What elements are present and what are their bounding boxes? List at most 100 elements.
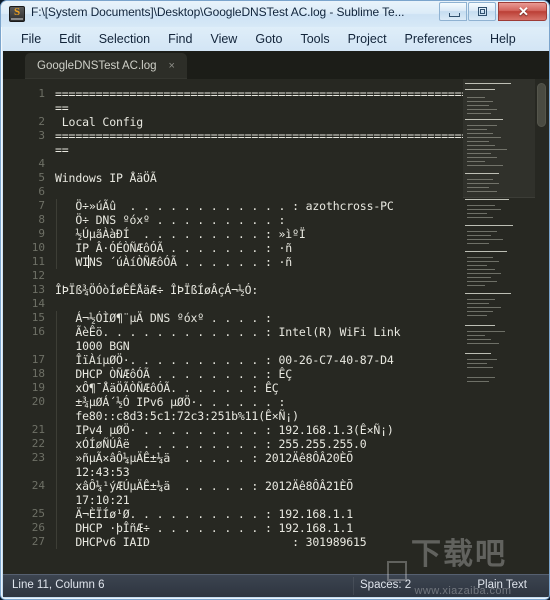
- code-line[interactable]: Ä¬ÈÏÍø¹Ø. . . . . . . . . . : 192.168.1.…: [55, 507, 353, 521]
- minimap-line: [467, 191, 497, 192]
- minimap-line: [465, 83, 511, 84]
- code-line[interactable]: ========================================…: [55, 87, 468, 101]
- minimap-line: [465, 225, 513, 226]
- tab-googlednstest-log[interactable]: GoogleDNSTest AC.log ×: [25, 53, 187, 79]
- code-line[interactable]: Windows IP ÅäÖÃ: [55, 171, 157, 185]
- code-line[interactable]: ÃèÊö. . . . . . . . . . . . : Intel(R) W…: [55, 325, 400, 339]
- code-line[interactable]: Á¬½ÓÌØ¶¨µÄ DNS ºóxº . . . . :: [55, 311, 272, 325]
- minimap-line: [467, 205, 495, 206]
- code-line[interactable]: ==: [55, 101, 69, 115]
- menu-item-selection[interactable]: Selection: [91, 30, 158, 48]
- indent-guide: [56, 493, 57, 507]
- code-line[interactable]: 1000 BGN: [55, 339, 129, 353]
- code-line[interactable]: 12:43:53: [55, 465, 129, 479]
- minimap-line: [467, 109, 497, 110]
- menu-item-tools[interactable]: Tools: [292, 30, 337, 48]
- minimap-line: [467, 105, 489, 106]
- minimap-line: [467, 97, 485, 98]
- line-number: 15: [31, 311, 45, 324]
- line-number: 16: [31, 325, 45, 338]
- indentation-status[interactable]: Spaces: 2: [360, 579, 411, 591]
- minimize-button[interactable]: [439, 2, 467, 21]
- code-text[interactable]: ========================================…: [55, 79, 468, 577]
- syntax-status[interactable]: Plain Text: [477, 579, 527, 591]
- minimize-icon: [449, 13, 460, 17]
- tab-close-icon[interactable]: ×: [169, 60, 175, 72]
- title-bar[interactable]: S F:\[System Documents]\Desktop\GoogleDN…: [1, 1, 549, 27]
- line-number: 25: [31, 507, 45, 520]
- minimap-line: [467, 307, 501, 308]
- status-divider: [353, 577, 354, 595]
- minimap[interactable]: [463, 79, 535, 577]
- menu-item-file[interactable]: File: [13, 30, 49, 48]
- code-line[interactable]: DHCP ÒÑÆôÓÃ . . . . . . . . : ÊÇ: [55, 367, 292, 381]
- close-button[interactable]: ✕: [498, 2, 547, 21]
- maximize-button[interactable]: [468, 2, 496, 21]
- indent-guide: [56, 451, 57, 465]
- minimap-line: [467, 231, 497, 232]
- minimap-line: [467, 265, 487, 266]
- code-line[interactable]: DHCP ·þÎñÆ÷ . . . . . . . . : 192.168.1.…: [55, 521, 353, 535]
- minimap-line: [467, 381, 489, 382]
- menu-item-find[interactable]: Find: [160, 30, 200, 48]
- menu-item-project[interactable]: Project: [340, 30, 395, 48]
- menu-item-goto[interactable]: Goto: [247, 30, 290, 48]
- vertical-scrollbar[interactable]: [535, 79, 548, 577]
- code-line[interactable]: ½ÚµãÀàÐÍ . . . . . . . . . : »ìºÏ: [55, 227, 305, 241]
- line-number: 26: [31, 521, 45, 534]
- line-number: 12: [31, 269, 45, 282]
- code-line[interactable]: DHCPv6 IAID : 301989615: [55, 535, 366, 549]
- minimap-line: [467, 281, 497, 282]
- code-line[interactable]: Ö÷ DNS ºóxº . . . . . . . . . :: [55, 213, 285, 227]
- indent-guide: [56, 507, 57, 521]
- menu-item-view[interactable]: View: [202, 30, 245, 48]
- code-line[interactable]: ÎïÀíµØÖ·. . . . . . . . . . : 00-26-C7-4…: [55, 353, 394, 367]
- scrollbar-thumb[interactable]: [537, 83, 546, 127]
- code-line[interactable]: xâÔ¼¹ýÆÚµÄÊ±¼ä . . . . . : 2012Äê8ÔÂ21ÈÕ: [55, 479, 353, 493]
- code-line[interactable]: ==: [55, 143, 69, 157]
- minimap-line: [467, 261, 499, 262]
- code-line[interactable]: »ñµÃ×âÔ¼µÄÊ±¼ä . . . . . : 2012Äê8ÔÂ20ÈÕ: [55, 451, 353, 465]
- minimap-line: [467, 367, 493, 368]
- line-number: 9: [38, 227, 45, 240]
- line-number: 10: [31, 241, 45, 254]
- close-icon: ✕: [518, 4, 529, 19]
- minimap-line: [467, 161, 485, 162]
- line-number: 23: [31, 451, 45, 464]
- minimap-line: [467, 277, 491, 278]
- code-line[interactable]: Local Config: [55, 115, 143, 129]
- minimap-line: [467, 273, 501, 274]
- indent-guide: [56, 395, 57, 409]
- minimap-line: [467, 141, 489, 142]
- minimap-line: [467, 257, 493, 258]
- code-line[interactable]: 17:10:21: [55, 493, 129, 507]
- code-line[interactable]: WINS ´úÀíÒÑÆôÓÃ . . . . . . : ·ñ: [55, 255, 292, 269]
- minimap-line: [467, 165, 503, 166]
- cursor-position-status[interactable]: Line 11, Column 6: [12, 579, 104, 591]
- code-line[interactable]: ========================================…: [55, 129, 468, 143]
- code-line[interactable]: xÔ¶¯ÅäÖÃÒÑÆôÓÃ. . . . . . : ÊÇ: [55, 381, 278, 395]
- indent-guide: [56, 227, 57, 241]
- minimap-line: [465, 325, 495, 326]
- code-line[interactable]: IPv4 µØÖ· . . . . . . . . . : 192.168.1.…: [55, 423, 394, 437]
- code-line[interactable]: ÎÞÏß¾ÖÓòÍøÊÊÅäÆ÷ ÎÞÏßÍøÂçÁ¬½Ó:: [55, 283, 258, 297]
- editor-pane: GoogleDNSTest AC.log × 1 2 3 4 5 6 7 8 9 10 11 12 13…: [3, 51, 549, 577]
- code-line[interactable]: xÓÍøÑÚÂë . . . . . . . . . : 255.255.255…: [55, 437, 366, 451]
- minimap-line: [467, 209, 501, 210]
- minimap-line: [467, 311, 493, 312]
- minimap-line: [467, 183, 499, 184]
- minimap-line: [467, 129, 487, 130]
- code-line[interactable]: IP Â·ÓÉÒÑÆôÓÃ . . . . . . . : ·ñ: [55, 241, 292, 255]
- minimap-line: [467, 239, 503, 240]
- menu-item-preferences[interactable]: Preferences: [397, 30, 480, 48]
- indent-guide: [56, 199, 57, 213]
- menu-item-help[interactable]: Help: [482, 30, 524, 48]
- minimap-line: [467, 145, 495, 146]
- code-line[interactable]: ±¾µØÁ´½Ó IPv6 µØÖ·. . . . . . :: [55, 395, 285, 409]
- code-line[interactable]: Ö÷»úÃû . . . . . . . . . . . . : azothcr…: [55, 199, 394, 213]
- menu-item-edit[interactable]: Edit: [51, 30, 89, 48]
- minimap-line: [467, 243, 489, 244]
- indent-guide: [56, 521, 57, 535]
- indent-guide: [56, 367, 57, 381]
- code-line[interactable]: fe80::c8d3:5c1:72c3:251b%11(Ê×Ñ¡): [55, 409, 299, 423]
